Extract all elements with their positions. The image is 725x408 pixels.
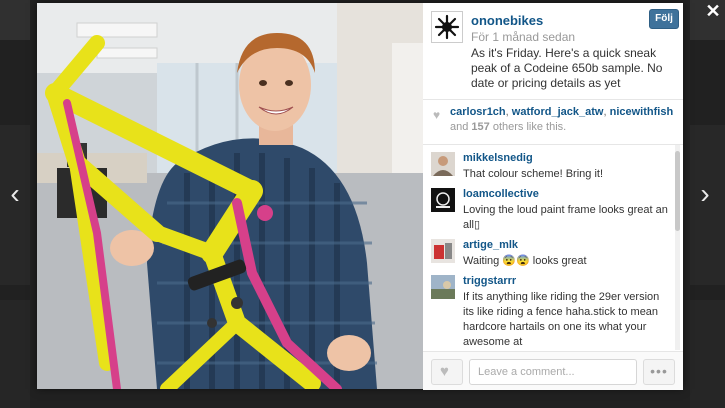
post-sidebar: ononebikes För 1 månad sedan As it's Fri… — [423, 3, 683, 390]
comment-username[interactable]: triggstarrr — [463, 275, 516, 287]
comment-username[interactable]: loamcollective — [463, 188, 539, 200]
comment-text: Waiting 😨😨 looks great — [463, 255, 587, 267]
avatar[interactable] — [431, 11, 463, 43]
post-username[interactable]: ononebikes — [471, 13, 543, 28]
close-icon[interactable]: ✕ — [704, 2, 722, 20]
comment-item: loamcollective Loving the loud paint fra… — [423, 188, 673, 236]
comment-text: That colour scheme! Bring it! — [463, 168, 604, 180]
like-button[interactable]: ♥ — [431, 359, 463, 385]
others-prefix: and — [450, 121, 469, 133]
scrollbar-thumb[interactable] — [675, 151, 680, 231]
post-header: ononebikes För 1 månad sedan As it's Fri… — [423, 3, 683, 100]
comment-text: Loving the loud paint frame looks great … — [463, 204, 668, 231]
comment-username[interactable]: artige_mlk — [463, 239, 518, 251]
liker-link[interactable]: watford_jack_atw — [512, 106, 604, 118]
avatar[interactable] — [431, 188, 455, 212]
comment-input[interactable] — [469, 359, 637, 385]
comments-scrollbar[interactable] — [675, 145, 680, 350]
liker-link[interactable]: carlosr1ch — [450, 106, 506, 118]
avatar-image — [431, 239, 455, 263]
avatar-image — [431, 152, 455, 176]
follow-button[interactable]: Följ — [649, 9, 679, 29]
post-caption: As it's Friday. Here's a quick sneak pea… — [471, 46, 663, 90]
photo-illustration — [37, 3, 423, 389]
liker-link[interactable]: nicewithfish — [610, 106, 674, 118]
comments-list: mikkelsnedig That colour scheme! Bring i… — [423, 145, 683, 351]
heart-icon: ♥ — [433, 108, 441, 122]
avatar-image — [431, 188, 455, 212]
comment-item: triggstarrr If its anything like riding … — [423, 275, 673, 351]
post-timestamp[interactable]: För 1 månad sedan — [471, 30, 575, 44]
comment-text: If its anything like riding the 29er ver… — [463, 291, 660, 348]
liker-separator: , — [505, 106, 509, 118]
avatar[interactable] — [431, 152, 455, 176]
post-modal: ononebikes För 1 månad sedan As it's Fri… — [37, 3, 683, 390]
heart-icon: ♥ — [440, 363, 449, 380]
likes-section: ♥ carlosr1ch, watford_jack_atw, nicewith… — [423, 100, 683, 145]
post-photo — [37, 3, 423, 389]
others-count[interactable]: 157 — [471, 121, 489, 133]
comment-item: artige_mlk Waiting 😨😨 looks great — [423, 239, 673, 275]
likers-list: carlosr1ch, watford_jack_atw, nicewithfi… — [450, 106, 673, 118]
more-options-button[interactable]: ••• — [643, 359, 675, 385]
chevron-left-icon[interactable]: ‹ — [6, 180, 24, 208]
likes-others: and 157 others like this. — [450, 121, 566, 133]
comment-item: mikkelsnedig That colour scheme! Bring i… — [423, 152, 673, 188]
others-suffix: others like this. — [492, 121, 567, 133]
chevron-right-icon[interactable]: › — [696, 180, 714, 208]
avatar[interactable] — [431, 239, 455, 263]
comment-footer: ♥ ••• — [423, 351, 683, 390]
comment-username[interactable]: mikkelsnedig — [463, 152, 533, 164]
liker-separator: , — [603, 106, 607, 118]
avatar[interactable] — [431, 275, 455, 299]
avatar-image — [431, 275, 455, 299]
ononebikes-logo — [432, 12, 462, 42]
